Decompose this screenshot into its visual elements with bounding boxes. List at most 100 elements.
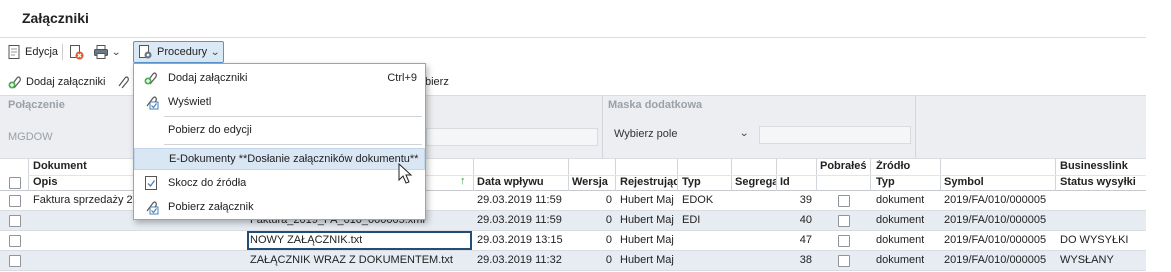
- filter-divider: [602, 96, 603, 158]
- extra-mask-label: Maska dodatkowa: [608, 99, 703, 111]
- view-attachment-button[interactable]: [115, 70, 131, 94]
- cell-nazwa[interactable]: NOWY ZAŁĄCZNIK.txt: [250, 234, 362, 246]
- jump-source-icon: [143, 175, 159, 191]
- cell-rejestrujacy: Hubert Maj: [620, 254, 674, 266]
- row-checkbox[interactable]: [9, 255, 21, 267]
- print-button[interactable]: ⌄: [93, 40, 121, 64]
- mouse-cursor-icon: [398, 162, 414, 185]
- menu-item-fetch-for-edit[interactable]: Pobierz do edycji: [134, 119, 425, 141]
- col-dokument[interactable]: Dokument: [33, 160, 87, 172]
- download-attachment-icon: [143, 199, 159, 215]
- row-checkbox[interactable]: [9, 195, 21, 207]
- col-businesslink[interactable]: Businesslink: [1060, 160, 1128, 172]
- select-field-dropdown[interactable]: Wybierz pole ⌄: [614, 128, 754, 146]
- col-pobrales[interactable]: Pobrałeś: [820, 160, 866, 172]
- chevron-down-icon: ⌄: [210, 46, 221, 58]
- add-attachments-button[interactable]: Dodaj załączniki: [7, 70, 105, 94]
- cell-typ-zrodla: dokument: [876, 254, 925, 266]
- cell-nazwa: ZAŁĄCZNIK WRAZ Z DOKUMENTEM.txt: [250, 254, 453, 266]
- cell-data: 29.03.2019 11:59: [477, 194, 562, 206]
- select-all-checkbox[interactable]: [9, 177, 21, 189]
- cell-wersja: 0: [605, 194, 612, 206]
- delete-button[interactable]: [68, 40, 84, 64]
- menu-item-label: E-Dokumenty **Dosłanie załączników dokum…: [169, 153, 419, 165]
- menu-item-download-attachment[interactable]: Pobierz załącznik: [134, 196, 425, 218]
- col-rejestrujacy[interactable]: Rejestrując: [620, 176, 677, 188]
- fetch-button-partial[interactable]: bierz: [425, 70, 449, 94]
- col-data-wplywu[interactable]: Data wpływu: [477, 176, 544, 188]
- cell-typ-zrodla: dokument: [876, 194, 925, 206]
- cell-status: WYSŁANY: [1060, 254, 1114, 266]
- add-attachments-label: Dodaj załączniki: [26, 76, 106, 88]
- procedures-button[interactable]: Procedury ⌄: [133, 41, 224, 63]
- filter-divider: [915, 96, 916, 158]
- menu-item-jump-to-source[interactable]: Skocz do źródła: [134, 172, 425, 194]
- downloaded-checkbox[interactable]: [838, 255, 850, 267]
- add-attachment-icon: [143, 70, 159, 86]
- cell-wersja: 0: [605, 234, 612, 246]
- cell-wersja: 0: [605, 254, 612, 266]
- title-divider: [0, 37, 1146, 38]
- menu-item-view[interactable]: Wyświetl: [134, 91, 425, 113]
- menu-item-e-documents[interactable]: E-Dokumenty **Dosłanie załączników dokum…: [134, 148, 425, 170]
- filter-input[interactable]: [426, 128, 598, 146]
- cell-symbol: 2019/FA/010/000005: [944, 194, 1047, 206]
- cell-wersja: 0: [605, 214, 612, 226]
- add-attachment-icon: [7, 74, 23, 90]
- delete-document-icon: [68, 44, 84, 60]
- cell-symbol: 2019/FA/010/000005: [944, 214, 1047, 226]
- select-field-label: Wybierz pole: [614, 128, 678, 140]
- cell-typ: EDOK: [682, 194, 714, 206]
- procedures-menu: Dodaj załączniki Ctrl+9 Wyświetl Pobierz…: [133, 63, 426, 220]
- cell-data: 29.03.2019 13:15: [477, 234, 563, 246]
- downloaded-checkbox[interactable]: [838, 195, 850, 207]
- toolbar-separator: [62, 44, 63, 60]
- downloaded-checkbox[interactable]: [838, 235, 850, 247]
- col-wersja[interactable]: Wersja: [572, 176, 608, 188]
- col-opis[interactable]: Opis: [33, 176, 57, 188]
- printer-icon: [93, 44, 109, 60]
- chevron-down-icon[interactable]: ⌄: [111, 47, 121, 58]
- cell-data: 29.03.2019 11:59: [477, 214, 562, 226]
- cell-rejestrujacy: Hubert Maj: [620, 234, 674, 246]
- cell-typ-zrodla: dokument: [876, 234, 925, 246]
- col-typ-zrodla[interactable]: Typ: [876, 176, 895, 188]
- window-title: Załączniki: [22, 10, 89, 26]
- cell-symbol: 2019/FA/010/000005: [944, 234, 1047, 246]
- cell-id: 39: [799, 194, 812, 206]
- menu-separator: [164, 116, 422, 117]
- cell-rejestrujacy: Hubert Maj: [620, 214, 674, 226]
- table-row[interactable]: NOWY ZAŁĄCZNIK.txt 29.03.2019 13:15 0 Hu…: [0, 231, 1146, 251]
- procedures-label: Procedury: [157, 46, 208, 58]
- row-checkbox[interactable]: [9, 215, 21, 227]
- menu-item-label: Skocz do źródła: [168, 177, 247, 189]
- procedures-icon: [137, 44, 153, 60]
- mask-value-input[interactable]: [759, 126, 911, 144]
- sort-ascending-icon: ↑: [460, 175, 466, 187]
- col-typ[interactable]: Typ: [682, 176, 701, 188]
- cell-rejestrujacy: Hubert Maj: [620, 194, 674, 206]
- fetch-label-partial: bierz: [425, 76, 449, 88]
- cell-symbol: 2019/FA/010/000005: [944, 254, 1047, 266]
- cell-id: 47: [799, 234, 812, 246]
- cell-typ-zrodla: dokument: [876, 214, 925, 226]
- menu-item-label: Pobierz załącznik: [168, 201, 254, 213]
- menu-item-label: Pobierz do edycji: [168, 124, 252, 136]
- col-zrodlo[interactable]: Źródło: [876, 160, 910, 172]
- edit-button[interactable]: Edycja: [6, 40, 58, 64]
- menu-item-label: Dodaj załączniki: [168, 72, 248, 84]
- menu-item-add-attachments[interactable]: Dodaj załączniki Ctrl+9: [134, 67, 425, 89]
- cell-id: 40: [799, 214, 812, 226]
- col-segregator[interactable]: Segrega: [735, 176, 776, 188]
- edit-label: Edycja: [25, 46, 59, 58]
- col-symbol[interactable]: Symbol: [944, 176, 984, 188]
- cell-opis: Faktura sprzedaży 20: [33, 194, 138, 206]
- col-status-wysylki[interactable]: Status wysyłki: [1060, 176, 1136, 188]
- table-row[interactable]: ZAŁĄCZNIK WRAZ Z DOKUMENTEM.txt 29.03.20…: [0, 251, 1146, 271]
- cell-typ: EDI: [682, 214, 701, 226]
- cell-id: 38: [799, 254, 812, 266]
- row-checkbox[interactable]: [9, 235, 21, 247]
- downloaded-checkbox[interactable]: [838, 215, 850, 227]
- edit-document-icon: [6, 44, 22, 60]
- col-id[interactable]: Id: [780, 176, 790, 188]
